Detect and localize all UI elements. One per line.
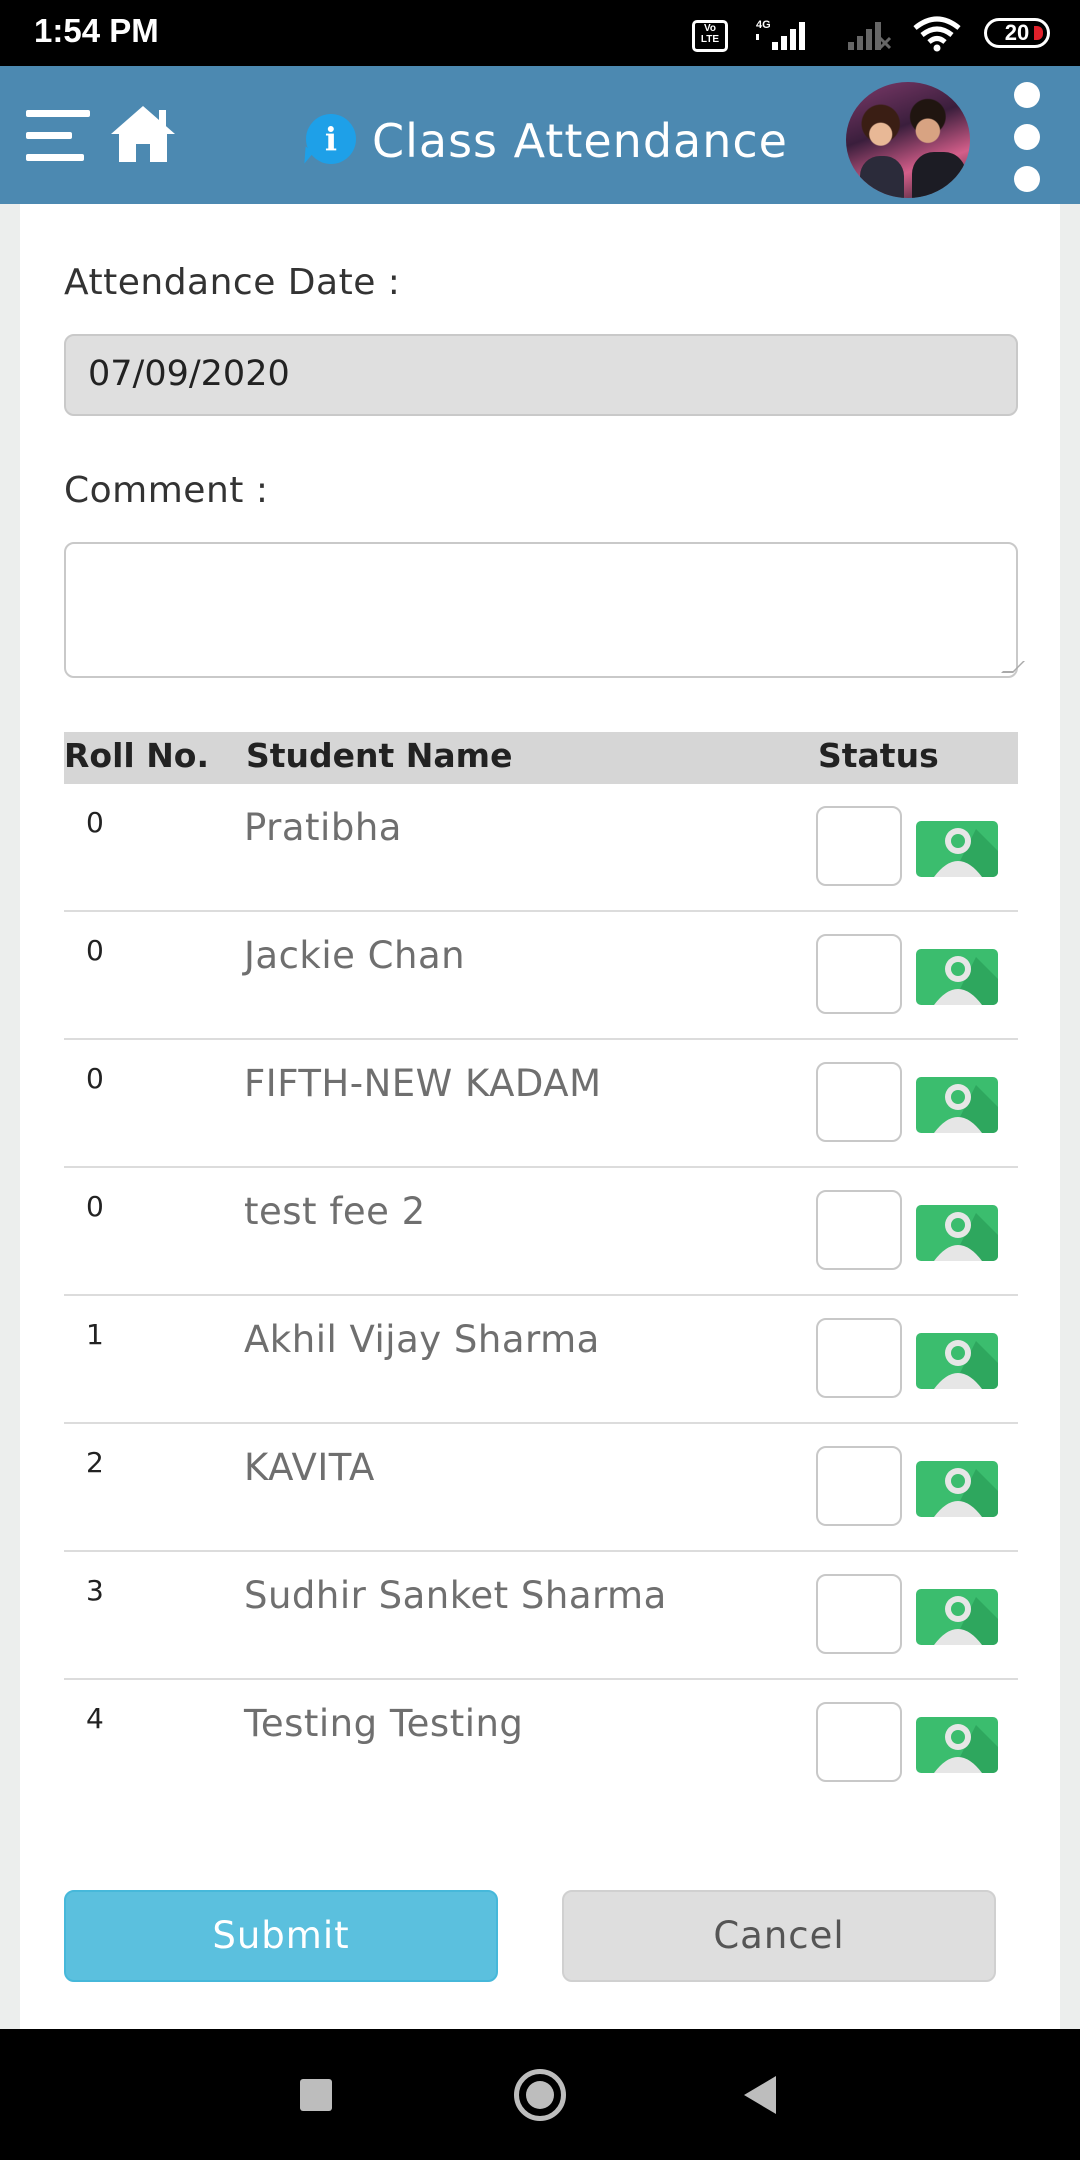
status-checkbox[interactable]: [816, 1702, 902, 1782]
status-checkbox[interactable]: [816, 1318, 902, 1398]
status-checkbox[interactable]: [816, 1062, 902, 1142]
roll-number: 0: [86, 806, 104, 839]
network-type: 4G: [756, 19, 771, 31]
roll-number: 2: [86, 1446, 104, 1479]
roll-number: 1: [86, 1318, 104, 1351]
student-photo-icon[interactable]: [916, 1589, 998, 1645]
back-icon[interactable]: [744, 2076, 776, 2114]
roll-number: 0: [86, 1062, 104, 1095]
status-time: 1:54 PM: [34, 12, 159, 49]
system-nav-bar: [0, 2029, 1080, 2160]
student-name: FIFTH-NEW KADAM: [244, 1062, 602, 1105]
status-checkbox[interactable]: [816, 1574, 902, 1654]
table-row: 3 Sudhir Sanket Sharma: [64, 1552, 1018, 1680]
table-header: Roll No. Student Name Status: [64, 732, 1018, 784]
status-bar: 1:54 PM Vo LTE 4G 20: [0, 0, 1080, 66]
student-name: KAVITA: [244, 1446, 375, 1489]
cancel-button[interactable]: Cancel: [562, 1890, 996, 1982]
student-name: test fee 2: [244, 1190, 426, 1233]
status-icons: Vo LTE 4G 20: [692, 14, 1050, 54]
submit-button[interactable]: Submit: [64, 1890, 498, 1982]
recents-icon[interactable]: [300, 2079, 332, 2111]
header-student-name: Student Name: [246, 736, 513, 775]
status-checkbox[interactable]: [816, 1190, 902, 1270]
comment-label: Comment :: [64, 470, 269, 511]
volte-icon: Vo LTE: [692, 20, 728, 52]
student-photo-icon[interactable]: [916, 1333, 998, 1389]
table-row: 0 FIFTH-NEW KADAM: [64, 1040, 1018, 1168]
student-name: Sudhir Sanket Sharma: [244, 1574, 667, 1617]
attendance-date-field[interactable]: 07/09/2020: [64, 334, 1018, 416]
roll-number: 3: [86, 1574, 104, 1607]
student-photo-icon[interactable]: [916, 1717, 998, 1773]
app-bar: i Class Attendance: [0, 66, 1080, 204]
avatar[interactable]: [846, 82, 970, 198]
attendance-form: Attendance Date : 07/09/2020 Comment : R…: [20, 204, 1060, 2029]
roll-number: 4: [86, 1702, 104, 1735]
student-name: Jackie Chan: [244, 934, 466, 977]
signal-icon: 4G: [756, 19, 805, 50]
signal-icon-2: [848, 22, 892, 50]
table-row: 0 Jackie Chan: [64, 912, 1018, 1040]
resize-handle[interactable]: [1001, 661, 1025, 673]
student-name: Pratibha: [244, 806, 402, 849]
home-icon[interactable]: [108, 102, 178, 166]
status-checkbox[interactable]: [816, 1446, 902, 1526]
header-roll-no: Roll No.: [64, 736, 210, 775]
table-row: 4 Testing Testing: [64, 1680, 1018, 1808]
student-photo-icon[interactable]: [916, 1077, 998, 1133]
table-row: 1 Akhil Vijay Sharma: [64, 1296, 1018, 1424]
battery-level: 20: [1004, 20, 1030, 45]
status-checkbox[interactable]: [816, 934, 902, 1014]
student-photo-icon[interactable]: [916, 821, 998, 877]
roll-number: 0: [86, 934, 104, 967]
page-title: Class Attendance: [372, 114, 788, 168]
more-vert-icon[interactable]: [1012, 82, 1042, 192]
table-row: 0 test fee 2: [64, 1168, 1018, 1296]
date-label: Attendance Date :: [64, 262, 401, 303]
home-nav-icon[interactable]: [514, 2069, 566, 2121]
menu-icon[interactable]: [26, 104, 90, 168]
student-photo-icon[interactable]: [916, 949, 998, 1005]
student-photo-icon[interactable]: [916, 1461, 998, 1517]
comment-field[interactable]: [64, 542, 1025, 678]
roll-number: 0: [86, 1190, 104, 1223]
battery-icon: 20: [984, 18, 1050, 48]
header-status: Status: [818, 736, 939, 775]
table-row: 2 KAVITA: [64, 1424, 1018, 1552]
info-icon[interactable]: i: [306, 114, 356, 164]
student-name: Testing Testing: [244, 1702, 524, 1745]
wifi-icon: [913, 16, 961, 52]
table-row: 0 Pratibha: [64, 784, 1018, 912]
student-photo-icon[interactable]: [916, 1205, 998, 1261]
status-checkbox[interactable]: [816, 806, 902, 886]
student-name: Akhil Vijay Sharma: [244, 1318, 600, 1361]
